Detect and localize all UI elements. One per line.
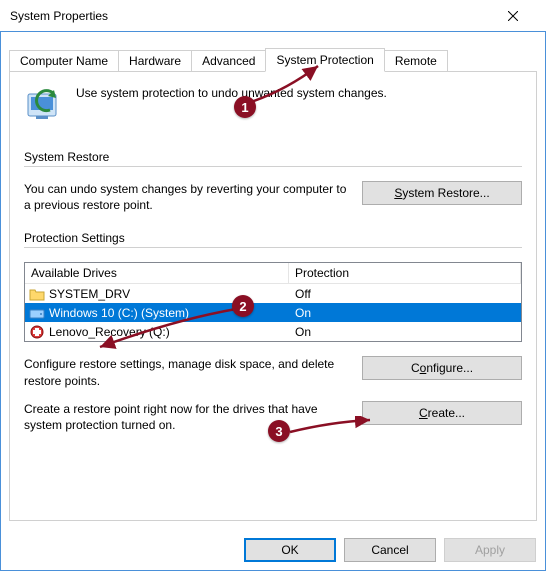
dialog-body: Computer Name Hardware Advanced System P… [0,32,546,571]
folder-icon [29,286,45,302]
configure-desc: Configure restore settings, manage disk … [24,356,354,388]
drive-protection: Off [289,287,521,301]
cancel-button[interactable]: Cancel [344,538,436,562]
drive-name: SYSTEM_DRV [49,287,130,301]
drive-row[interactable]: Windows 10 (C:) (System) On [25,303,521,322]
system-protection-icon [24,86,66,128]
drive-protection: On [289,325,521,339]
close-icon [508,11,518,21]
apply-button: Apply [444,538,536,562]
drive-row[interactable]: SYSTEM_DRV Off [25,284,521,303]
group-label-protection-settings: Protection Settings [24,231,522,248]
configure-button[interactable]: Configure... [362,356,522,380]
tab-strip: Computer Name Hardware Advanced System P… [9,50,537,72]
drives-list[interactable]: Available Drives Protection SYSTEM_DRV Of… [24,262,522,342]
tab-remote[interactable]: Remote [384,50,448,72]
drive-name: Windows 10 (C:) (System) [49,306,189,320]
group-label-system-restore: System Restore [24,150,522,167]
drive-row[interactable]: Lenovo_Recovery (Q:) On [25,322,521,341]
annotation-2: 2 [232,295,254,317]
dialog-button-bar: OK Cancel Apply [244,538,536,562]
drive-name: Lenovo_Recovery (Q:) [49,325,170,339]
window-title: System Properties [10,9,108,23]
recovery-icon [29,324,45,340]
system-restore-button[interactable]: System Restore... [362,181,522,205]
tab-advanced[interactable]: Advanced [191,50,266,72]
system-restore-desc: You can undo system changes by reverting… [24,181,354,213]
create-desc: Create a restore point right now for the… [24,401,354,433]
column-available-drives[interactable]: Available Drives [25,263,289,283]
group-system-restore: System Restore You can undo system chang… [24,150,522,213]
annotation-3: 3 [268,420,290,442]
drive-protection: On [289,306,521,320]
ok-button[interactable]: OK [244,538,336,562]
create-button[interactable]: Create... [362,401,522,425]
drives-header: Available Drives Protection [25,263,521,284]
tab-computer-name[interactable]: Computer Name [9,50,119,72]
close-button[interactable] [490,0,536,31]
tab-hardware[interactable]: Hardware [118,50,192,72]
group-protection-settings: Protection Settings Available Drives Pro… [24,231,522,433]
tab-content: Use system protection to undo unwanted s… [9,71,537,521]
intro-text: Use system protection to undo unwanted s… [76,86,387,100]
column-protection[interactable]: Protection [289,263,521,283]
annotation-1: 1 [234,96,256,118]
drive-icon [29,305,45,321]
tab-system-protection[interactable]: System Protection [265,48,384,72]
titlebar: System Properties [0,0,546,32]
